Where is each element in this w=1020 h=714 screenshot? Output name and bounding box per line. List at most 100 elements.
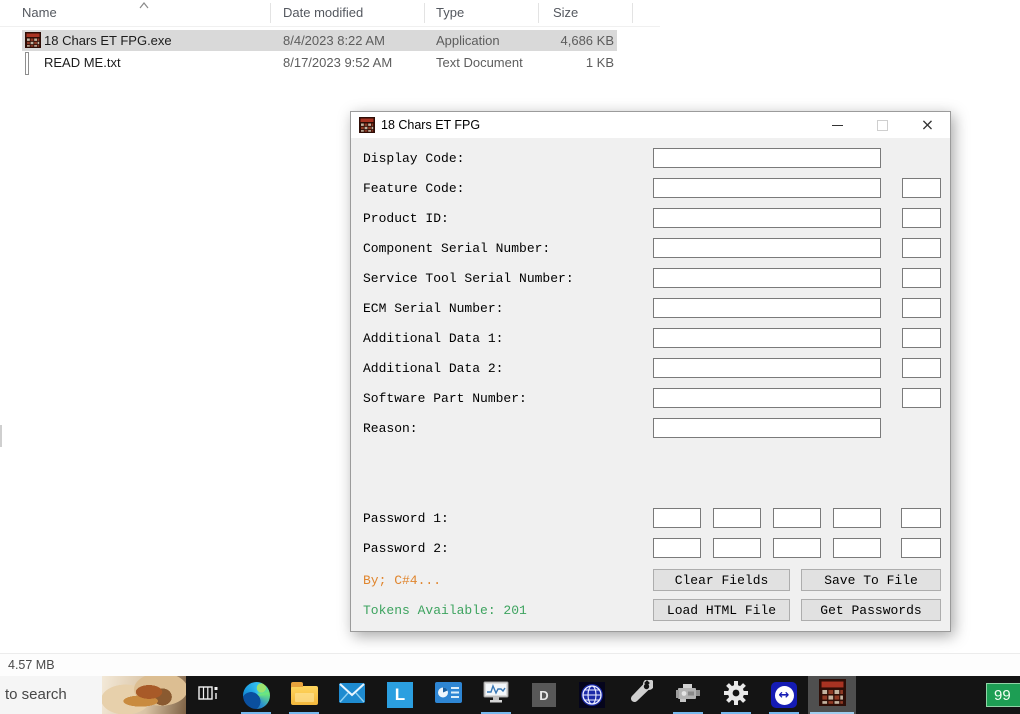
l-app-icon: L [387, 682, 413, 708]
taskbar-search-box[interactable]: to search [0, 676, 186, 714]
minimize-button[interactable] [815, 112, 860, 138]
notification-badge[interactable]: 99 [986, 683, 1020, 707]
save-to-file-button[interactable]: Save To File [801, 569, 941, 591]
field-label: Display Code: [363, 151, 465, 166]
ecm-serial-input[interactable] [653, 298, 881, 318]
taskbar-item-edge[interactable] [232, 676, 280, 714]
column-header-size[interactable]: Size [553, 5, 578, 20]
ecm-serial-check-box[interactable] [902, 298, 941, 318]
taskbar-item-globe-app[interactable] [568, 676, 616, 714]
service-tool-serial-input[interactable] [653, 268, 881, 288]
column-divider[interactable] [270, 3, 271, 23]
selection-size-text: 4.57 MB [8, 658, 55, 672]
mail-icon [339, 682, 365, 708]
product-id-input[interactable] [653, 208, 881, 228]
task-view-button[interactable] [184, 676, 232, 714]
field-label: Component Serial Number: [363, 241, 551, 256]
file-list-header: Name Date modified Type Size [0, 0, 660, 27]
password-2-row: Password 2: [351, 538, 950, 560]
additional-data-1-input[interactable] [653, 328, 881, 348]
file-explorer-icon [290, 681, 318, 705]
file-row-readme[interactable]: READ ME.txt 8/17/2023 9:52 AM Text Docum… [22, 52, 617, 75]
field-row-ecm-serial: ECM Serial Number: [351, 298, 950, 320]
password-2-box-3[interactable] [773, 538, 821, 558]
app-window-18-chars-et-fpg: 18 Chars ET FPG × Display Code: Feature … [350, 111, 951, 632]
search-highlight-image[interactable] [102, 676, 186, 714]
field-label: Software Part Number: [363, 391, 527, 406]
component-serial-check-box[interactable] [902, 238, 941, 258]
close-button[interactable]: × [905, 112, 950, 138]
field-row-software-part-number: Software Part Number: [351, 388, 950, 410]
sort-ascending-icon[interactable] [139, 0, 149, 14]
window-title: 18 Chars ET FPG [381, 118, 481, 132]
product-id-check-box[interactable] [902, 208, 941, 228]
column-header-name[interactable]: Name [22, 5, 57, 20]
password-2-box-5[interactable] [901, 538, 941, 558]
column-header-type[interactable]: Type [436, 5, 464, 20]
feature-code-check-box[interactable] [902, 178, 941, 198]
software-part-number-input[interactable] [653, 388, 881, 408]
explorer-status-bar: 4.57 MB [0, 653, 1020, 677]
taskbar-item-l-app[interactable]: L [376, 676, 424, 714]
password-1-row: Password 1: [351, 508, 950, 530]
taskbar-item-report-app[interactable] [424, 676, 472, 714]
taskbar: to search L D ↔ 99 [0, 676, 1020, 714]
taskbar-item-18-chars-et-fpg[interactable] [808, 676, 856, 714]
scrollbar-fragment[interactable] [0, 425, 2, 447]
field-row-product-id: Product ID: [351, 208, 950, 230]
password-1-box-1[interactable] [653, 508, 701, 528]
password-2-box-4[interactable] [833, 538, 881, 558]
additional-data-2-input[interactable] [653, 358, 881, 378]
reason-input[interactable] [653, 418, 881, 438]
calculator-app-icon [25, 32, 41, 53]
password-2-box-2[interactable] [713, 538, 761, 558]
globe-icon [579, 682, 605, 708]
taskbar-item-teamviewer[interactable]: ↔ [760, 676, 808, 714]
taskbar-item-d-app[interactable]: D [520, 676, 568, 714]
service-tool-serial-check-box[interactable] [902, 268, 941, 288]
column-divider[interactable] [538, 3, 539, 23]
password-1-box-5[interactable] [901, 508, 941, 528]
file-row-exe[interactable]: 18 Chars ET FPG.exe 8/4/2023 8:22 AM App… [22, 30, 617, 51]
field-label: Additional Data 2: [363, 361, 504, 376]
display-code-input[interactable] [653, 148, 881, 168]
taskbar-item-wrench-tool[interactable] [616, 676, 664, 714]
component-serial-input[interactable] [653, 238, 881, 258]
maximize-icon [877, 119, 888, 131]
taskbar-item-mail[interactable] [328, 676, 376, 714]
report-app-icon [434, 682, 462, 708]
field-row-service-tool-serial: Service Tool Serial Number: [351, 268, 950, 290]
taskbar-item-settings[interactable] [712, 676, 760, 714]
field-label: Product ID: [363, 211, 449, 226]
dialog-titlebar[interactable]: 18 Chars ET FPG × [351, 112, 950, 138]
get-passwords-button[interactable]: Get Passwords [801, 599, 941, 621]
field-row-feature-code: Feature Code: [351, 178, 950, 200]
column-divider[interactable] [424, 3, 425, 23]
field-row-additional-data-1: Additional Data 1: [351, 328, 950, 350]
password-2-box-1[interactable] [653, 538, 701, 558]
load-html-file-button[interactable]: Load HTML File [653, 599, 790, 621]
calculator-app-icon [359, 117, 375, 138]
engine-part-icon [674, 681, 702, 710]
taskbar-item-performance-monitor[interactable] [472, 676, 520, 714]
performance-monitor-icon [483, 680, 510, 710]
feature-code-input[interactable] [653, 178, 881, 198]
password-1-box-4[interactable] [833, 508, 881, 528]
file-type: Application [436, 33, 500, 48]
field-label: ECM Serial Number: [363, 301, 504, 316]
maximize-button-disabled [860, 112, 905, 138]
additional-data-1-check-box[interactable] [902, 328, 941, 348]
column-divider[interactable] [632, 3, 633, 23]
taskbar-item-engine-app[interactable] [664, 676, 712, 714]
additional-data-2-check-box[interactable] [902, 358, 941, 378]
file-name[interactable]: 18 Chars ET FPG.exe [44, 33, 172, 48]
password-1-box-2[interactable] [713, 508, 761, 528]
file-name[interactable]: READ ME.txt [44, 55, 121, 70]
column-header-date-modified[interactable]: Date modified [283, 5, 363, 20]
gear-icon [723, 680, 749, 711]
software-part-number-check-box[interactable] [902, 388, 941, 408]
clear-fields-button[interactable]: Clear Fields [653, 569, 790, 591]
password-1-box-3[interactable] [773, 508, 821, 528]
file-type: Text Document [436, 55, 523, 70]
taskbar-item-file-explorer[interactable] [280, 676, 328, 714]
